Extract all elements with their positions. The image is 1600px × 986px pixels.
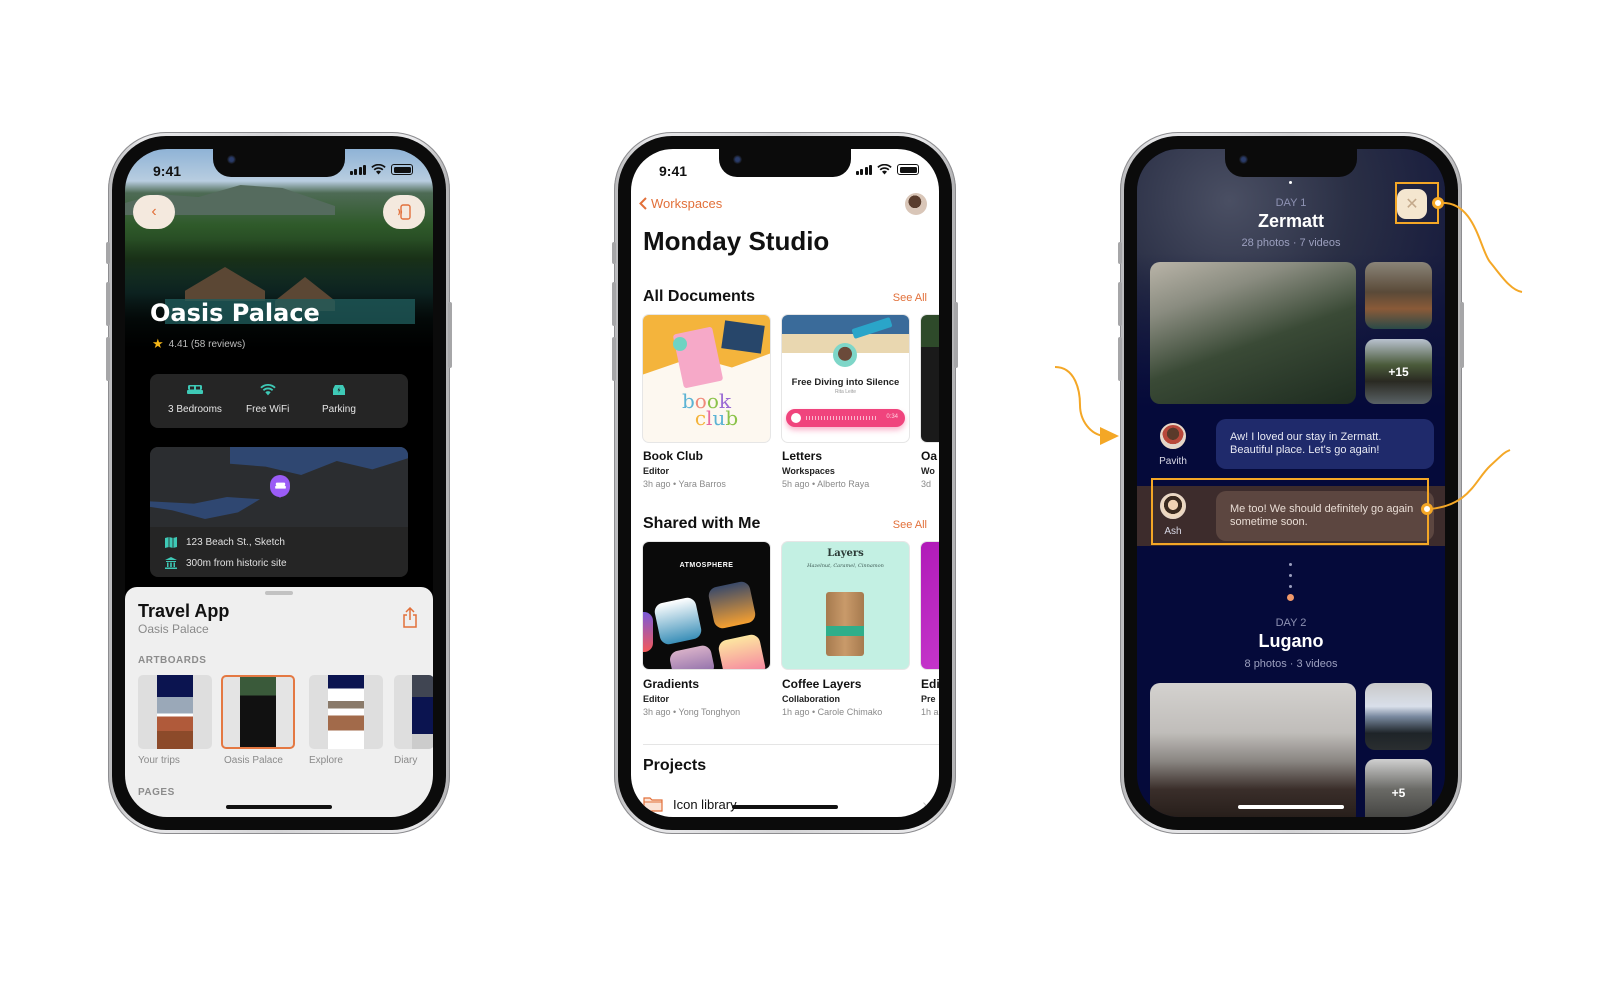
annotation-handle[interactable] xyxy=(1421,503,1433,515)
connector-message xyxy=(1429,449,1511,510)
annotation-handle[interactable] xyxy=(1432,197,1444,209)
connector-close-button xyxy=(1439,201,1523,293)
annotation-highlight-message xyxy=(1151,478,1429,545)
connector-arrow xyxy=(1054,366,1106,437)
arrow-head-icon xyxy=(1100,427,1119,445)
